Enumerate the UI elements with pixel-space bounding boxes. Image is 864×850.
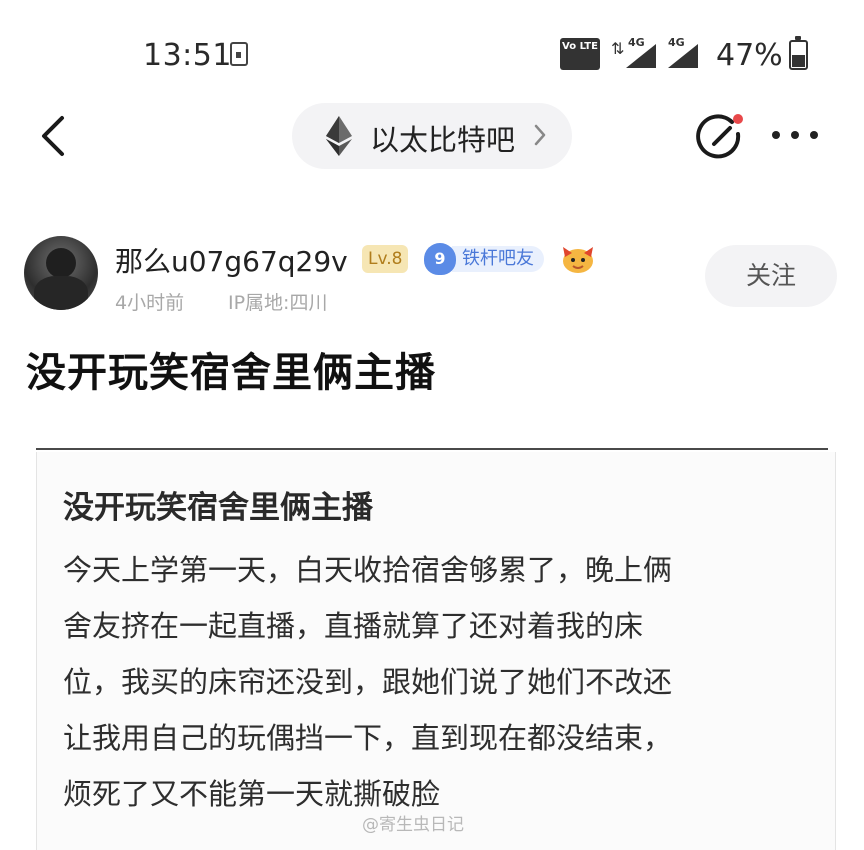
note-line: 让我用自己的玩偶挡一下，直到现在都没结束， xyxy=(63,721,673,755)
note-line: 位，我买的床帘还没到，跟她们说了她们不改还 xyxy=(63,665,673,699)
forum-link[interactable]: 以太比特吧 xyxy=(292,103,572,169)
note-line: 舍友挤在一起直播，直播就算了还对着我的床 xyxy=(63,609,644,643)
battery-percent: 47% xyxy=(716,38,783,73)
more-dots-icon[interactable] xyxy=(770,128,820,142)
signal-strength-icon xyxy=(626,44,656,68)
ethereum-icon xyxy=(326,116,352,156)
chevron-right-icon xyxy=(534,124,546,146)
embedded-note-image[interactable]: 没开玩笑宿舍里俩主播 今天上学第一天，白天收拾宿舍够累了，晚上俩 舍友挤在一起直… xyxy=(36,452,836,850)
post-title: 没开玩笑宿舍里俩主播 xyxy=(26,350,436,396)
status-bar: 13:51 Vo LTE ⇅ 4G 4G 47% xyxy=(0,0,864,110)
edit-pen-icon[interactable] xyxy=(694,110,748,164)
volte-icon: Vo LTE xyxy=(560,38,600,70)
watermark: @寄生虫日记 xyxy=(362,815,464,835)
follow-button[interactable]: 关注 xyxy=(705,245,837,307)
ip-location: IP属地:四川 xyxy=(228,292,328,314)
notification-dot xyxy=(733,114,743,124)
note-line: 今天上学第一天，白天收拾宿舍够累了，晚上俩 xyxy=(63,553,673,587)
avatar[interactable] xyxy=(24,236,98,310)
emoji-badge-icon xyxy=(563,247,593,273)
data-arrows-icon: ⇅ xyxy=(611,39,625,58)
signal-strength-icon xyxy=(668,44,698,68)
battery-icon xyxy=(789,36,808,70)
download-notification-icon xyxy=(230,42,248,66)
level-badge: Lv.8 xyxy=(362,245,409,273)
fan-title: 铁杆吧友 xyxy=(452,246,544,272)
post-time: 4小时前 xyxy=(115,292,185,314)
chevron-left-icon[interactable] xyxy=(36,112,72,160)
forum-name: 以太比特吧 xyxy=(370,123,516,157)
note-body: 今天上学第一天，白天收拾宿舍够累了，晚上俩 舍友挤在一起直播，直播就算了还对着我… xyxy=(63,542,823,822)
note-title: 没开玩笑宿舍里俩主播 xyxy=(63,490,373,526)
divider xyxy=(36,448,828,450)
username[interactable]: 那么u07g67q29v xyxy=(115,240,348,280)
status-time: 13:51 xyxy=(143,38,232,73)
fan-level: 9 xyxy=(424,243,456,275)
